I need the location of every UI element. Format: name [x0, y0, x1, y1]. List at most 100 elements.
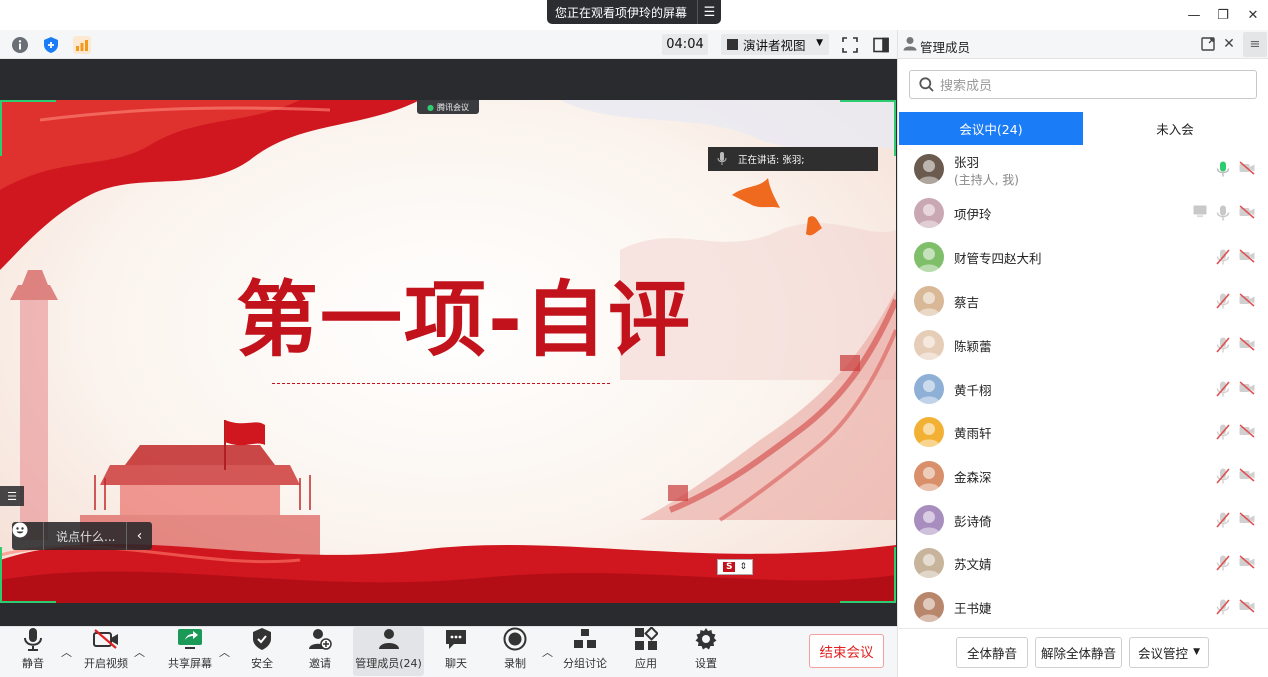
member-row[interactable]: 张羽 (主持人, 我) — [898, 147, 1268, 190]
camera-off-icon[interactable] — [1239, 205, 1255, 221]
camera-off-icon[interactable] — [1239, 161, 1255, 177]
avatar — [914, 374, 944, 404]
close-panel-icon[interactable]: ✕ — [1219, 34, 1239, 54]
member-row[interactable]: 陈颖蕾 — [898, 323, 1268, 366]
mute-button[interactable]: 静音 — [17, 627, 49, 676]
signal-icon[interactable] — [73, 36, 91, 54]
invite-label: 邀请 — [309, 657, 331, 670]
member-row[interactable]: 金森深 — [898, 454, 1268, 497]
member-row[interactable]: 黄雨轩 — [898, 410, 1268, 453]
restore-button[interactable]: ❐ — [1212, 4, 1234, 26]
camera-off-icon[interactable] — [1239, 424, 1255, 440]
info-icon[interactable] — [11, 36, 29, 54]
mic-muted-icon[interactable] — [1216, 337, 1232, 353]
chat-button[interactable]: 聊天 — [441, 627, 471, 676]
settings-label: 设置 — [695, 657, 717, 670]
member-name: 蔡吉 — [954, 295, 980, 310]
chevron-up-icon[interactable]: ︿ — [134, 644, 145, 660]
mic-muted-icon[interactable] — [1216, 512, 1232, 528]
frame-corner — [0, 547, 56, 603]
mic-icon[interactable] — [1216, 205, 1232, 221]
breakout-button[interactable]: 分组讨论 — [562, 627, 608, 676]
avatar — [914, 461, 944, 491]
member-row[interactable]: 项伊玲 — [898, 191, 1268, 234]
member-name: 彭诗倚 — [954, 514, 992, 529]
mic-muted-icon[interactable] — [1216, 293, 1232, 309]
mic-icon[interactable] — [1216, 161, 1232, 177]
start-video-button[interactable]: 开启视频 — [82, 627, 130, 676]
chevron-left-icon[interactable]: ‹ — [126, 522, 152, 550]
start-video-label: 开启视频 — [84, 657, 128, 670]
panel-menu-icon[interactable]: ≡ — [1243, 32, 1267, 57]
camera-off-icon[interactable] — [1239, 599, 1255, 615]
avatar — [914, 286, 944, 316]
camera-off-icon[interactable] — [1239, 555, 1255, 571]
popout-icon[interactable] — [1198, 34, 1218, 54]
mic-icon — [20, 627, 46, 651]
mic-muted-icon[interactable] — [1216, 424, 1232, 440]
frame-corner — [840, 547, 896, 603]
manage-members-button[interactable]: 管理成员(24) — [353, 627, 424, 676]
slide-page-indicator[interactable]: S ⇕ — [717, 559, 753, 575]
mic-muted-icon[interactable] — [1216, 599, 1232, 615]
add-user-icon — [307, 627, 333, 651]
mute-all-button[interactable]: 全体静音 — [956, 637, 1028, 668]
sidebar-toggle-icon[interactable] — [871, 35, 891, 55]
minimize-button[interactable]: — — [1183, 4, 1205, 26]
chevron-up-icon[interactable]: ︿ — [219, 644, 230, 660]
tab-in-meeting[interactable]: 会议中(24) — [899, 112, 1083, 145]
meeting-controls-button[interactable]: 会议管控 ▼ — [1129, 637, 1209, 668]
speaking-indicator: 正在讲话: 张羽; — [708, 147, 878, 171]
tab-not-joined[interactable]: 未入会 — [1083, 112, 1267, 145]
security-button[interactable]: 安全 — [247, 627, 277, 676]
record-button[interactable]: 录制 — [500, 627, 530, 676]
brand-tag-text: 腾讯会议 — [436, 102, 469, 112]
meeting-app: 您正在观看项伊玲的屏幕 ☰ — ❐ ✕ 04:04 演讲者视图 ▼ ● 腾讯会议… — [0, 0, 1268, 677]
member-row[interactable]: 蔡吉 — [898, 279, 1268, 322]
shield-icon[interactable] — [42, 36, 60, 54]
mic-muted-icon[interactable] — [1216, 381, 1232, 397]
apps-button[interactable]: 应用 — [631, 627, 661, 676]
chevron-up-icon[interactable]: ︿ — [542, 644, 553, 660]
chevron-up-icon[interactable]: ︿ — [61, 644, 72, 660]
member-row[interactable]: 财管专四赵大利 — [898, 235, 1268, 278]
camera-off-icon[interactable] — [1239, 249, 1255, 265]
member-search-input[interactable]: 搜索成员 — [909, 70, 1257, 99]
hamburger-icon[interactable]: ☰ — [697, 0, 721, 24]
panel-title: 管理成员 — [920, 40, 971, 55]
settings-button[interactable]: 设置 — [691, 627, 721, 676]
member-row[interactable]: 彭诗倚 — [898, 498, 1268, 541]
users-icon — [376, 627, 402, 651]
mic-muted-icon[interactable] — [1216, 468, 1232, 484]
unmute-all-button[interactable]: 解除全体静音 — [1035, 637, 1122, 668]
quick-chat-bar[interactable]: 说点什么... ‹ — [12, 522, 152, 550]
quick-chat-placeholder[interactable]: 说点什么... — [44, 528, 126, 545]
camera-off-icon[interactable] — [1239, 337, 1255, 353]
member-name: 金森深 — [954, 470, 992, 485]
mic-muted-icon[interactable] — [1216, 555, 1232, 571]
camera-off-icon[interactable] — [1239, 512, 1255, 528]
member-row[interactable]: 王书婕 — [898, 585, 1268, 627]
chat-label: 聊天 — [445, 657, 467, 670]
end-meeting-button[interactable]: 结束会议 — [809, 634, 884, 668]
invite-button[interactable]: 邀请 — [305, 627, 335, 676]
close-button[interactable]: ✕ — [1242, 4, 1264, 26]
fullscreen-icon[interactable] — [840, 35, 860, 55]
share-screen-button[interactable]: 共享屏幕 — [166, 627, 214, 676]
camera-off-icon[interactable] — [1239, 468, 1255, 484]
view-mode-select[interactable]: 演讲者视图 ▼ — [721, 34, 829, 55]
camera-off-icon[interactable] — [1239, 293, 1255, 309]
share-screen-icon — [177, 627, 203, 651]
screen-share-icon — [1193, 205, 1209, 221]
emoji-icon[interactable] — [12, 522, 44, 550]
member-name: 黄千栩 — [954, 383, 992, 398]
shared-screen-stage: ● 腾讯会议 第一项-自评 正在讲话: 张羽; ☰ 说点什么... ‹ S ⇕ — [0, 59, 897, 626]
avatar — [914, 417, 944, 447]
avatar — [914, 592, 944, 622]
list-icon[interactable]: ☰ — [0, 486, 24, 506]
member-name: 项伊玲 — [954, 207, 992, 222]
member-row[interactable]: 黄千栩 — [898, 367, 1268, 410]
member-row[interactable]: 苏文婧 — [898, 541, 1268, 584]
camera-off-icon[interactable] — [1239, 381, 1255, 397]
mic-muted-icon[interactable] — [1216, 249, 1232, 265]
